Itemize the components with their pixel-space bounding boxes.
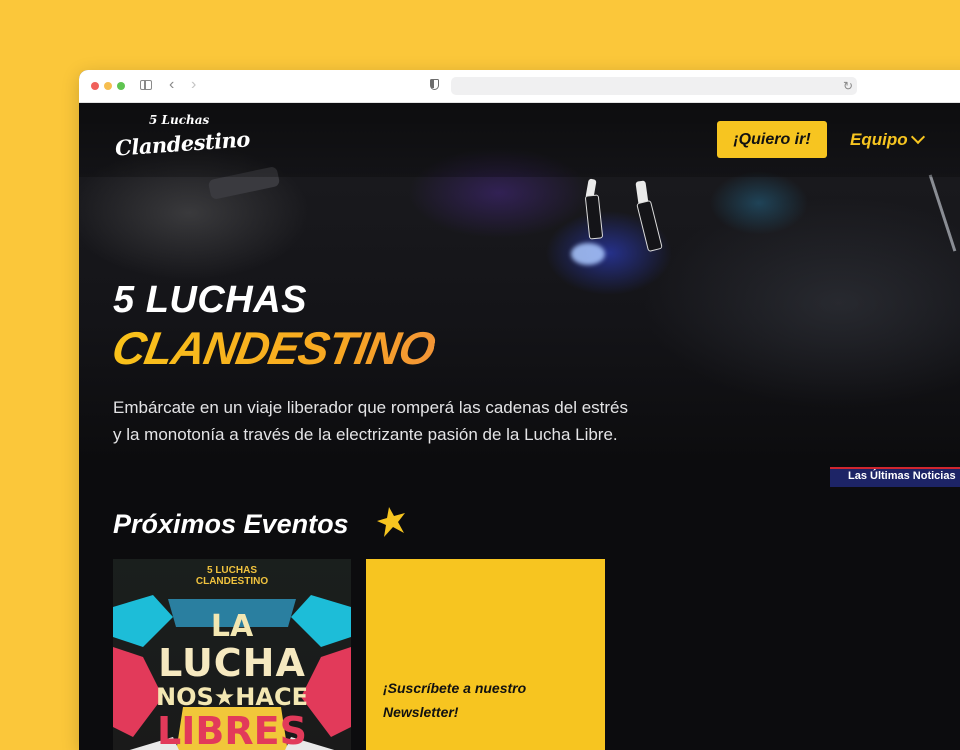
- team-menu[interactable]: Equipo: [850, 130, 908, 150]
- chevron-down-icon[interactable]: [910, 129, 926, 145]
- browser-toolbar: ‹ › ↻: [79, 70, 960, 103]
- poster-line4: LIBRES: [157, 709, 307, 750]
- address-bar[interactable]: [451, 77, 857, 95]
- newsletter-card[interactable]: ¡Suscríbete a nuestro Newsletter!: [366, 559, 605, 750]
- minimize-window-button[interactable]: [104, 82, 112, 90]
- reload-icon[interactable]: ↻: [843, 77, 853, 95]
- close-window-button[interactable]: [91, 82, 99, 90]
- poster-line2: LUCHA: [158, 641, 306, 685]
- site-logo[interactable]: 5 Luchas Clandestino: [114, 113, 250, 167]
- web-page: 5 Luchas Clandestino ¡Quiero ir! Equipo …: [79, 103, 960, 750]
- logo-top-text: 5 Luchas: [149, 113, 210, 127]
- hero-title-line2: CLANDESTINO: [108, 322, 439, 374]
- privacy-shield-icon[interactable]: [430, 79, 439, 90]
- zoom-window-button[interactable]: [117, 82, 125, 90]
- browser-window: ‹ › ↻ 5 Luchas Clandestino ¡Quiero ir! E…: [79, 70, 960, 750]
- star-icon: [377, 507, 405, 537]
- logo-main-text: Clandestino: [114, 126, 251, 161]
- sidebar-toggle-icon[interactable]: [140, 80, 152, 90]
- poster-brand-line1: 5 LUCHAS: [206, 565, 257, 576]
- spotlight-glow: [571, 243, 605, 265]
- quiero-ir-button[interactable]: ¡Quiero ir!: [717, 121, 827, 158]
- event-poster[interactable]: 5 LUCHAS CLANDESTINO LA LUCHA NOS★HACE L…: [113, 559, 351, 750]
- hero-title-line1: 5 LUCHAS: [113, 279, 308, 321]
- news-ticker-label: Las Últimas Noticias: [848, 470, 956, 482]
- poster-line1: LA: [210, 609, 254, 644]
- site-header: 5 Luchas Clandestino ¡Quiero ir! Equipo: [79, 103, 960, 177]
- wrestler-boot: [584, 194, 604, 240]
- ring-post: [928, 174, 957, 252]
- events-heading: Próximos Eventos: [113, 509, 349, 539]
- newsletter-label: ¡Suscríbete a nuestro Newsletter!: [383, 680, 527, 720]
- poster-brand: 5 LUCHAS CLANDESTINO: [113, 559, 351, 587]
- news-ticker[interactable]: Las Últimas Noticias: [830, 467, 960, 487]
- poster-brand-line2: CLANDESTINO: [195, 576, 269, 587]
- forward-arrow-icon[interactable]: ›: [191, 76, 196, 94]
- back-arrow-icon[interactable]: ‹: [169, 76, 174, 94]
- hero-description: Embárcate en un viaje liberador que romp…: [113, 398, 629, 444]
- poster-line3: NOS★HACE: [156, 683, 308, 711]
- wrestler-boot: [636, 199, 663, 253]
